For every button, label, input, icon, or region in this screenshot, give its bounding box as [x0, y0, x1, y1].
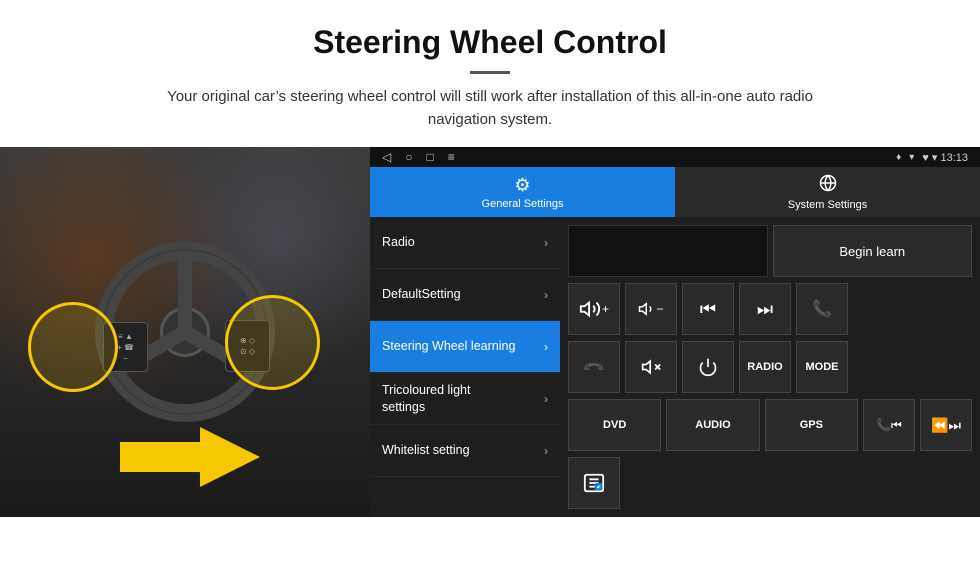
- tab-general-label: General Settings: [482, 198, 564, 210]
- power-button[interactable]: [682, 341, 734, 393]
- skip-combo-button[interactable]: ⏪⏭: [920, 399, 972, 451]
- content-area: ≡ ▲ + ☎ − ⊕ ◇ ⊙ ◇: [0, 147, 980, 517]
- right-panel: Begin learn +: [560, 217, 980, 517]
- mode-button[interactable]: MODE: [796, 341, 848, 393]
- car-image-area: ≡ ▲ + ☎ − ⊕ ◇ ⊙ ◇: [0, 147, 370, 517]
- menu-steering-label: Steering Wheel learning: [382, 338, 515, 354]
- tab-system-settings[interactable]: System Settings: [675, 167, 980, 217]
- tab-bar: ⚙ General Settings System Settings: [370, 167, 980, 217]
- mode-label: MODE: [806, 361, 839, 373]
- phone-button[interactable]: 📞: [796, 283, 848, 335]
- highlight-circle-right: [225, 295, 320, 390]
- menu-steering-chevron: ›: [544, 340, 548, 354]
- volume-up-button[interactable]: +: [568, 283, 620, 335]
- page-title: Steering Wheel Control: [40, 24, 940, 61]
- title-divider: [470, 71, 510, 74]
- location-icon: ♦: [896, 152, 901, 163]
- volume-down-button[interactable]: −: [625, 283, 677, 335]
- menu-whitelist-chevron: ›: [544, 444, 548, 458]
- subtitle: Your original car’s steering wheel contr…: [150, 86, 830, 131]
- tab-system-label: System Settings: [788, 199, 867, 211]
- menu-default-label: DefaultSetting: [382, 286, 461, 302]
- top-control-row: Begin learn: [568, 225, 972, 277]
- header-section: Steering Wheel Control Your original car…: [0, 0, 980, 147]
- general-settings-icon: ⚙: [514, 175, 530, 196]
- direction-arrow: [120, 427, 260, 487]
- hangup-button[interactable]: 📞: [568, 341, 620, 393]
- recents-icon[interactable]: □: [426, 150, 433, 164]
- signal-icon: ▾: [909, 152, 914, 163]
- system-settings-icon: [819, 174, 837, 197]
- begin-learn-button[interactable]: Begin learn: [773, 225, 973, 277]
- control-row-1: + − ⏮ ⏭: [568, 283, 972, 335]
- menu-default-chevron: ›: [544, 288, 548, 302]
- clock: ♥ ▾ 13:13: [922, 151, 968, 164]
- control-row-4: [568, 457, 972, 509]
- menu-item-whitelist[interactable]: Whitelist setting ›: [370, 425, 560, 477]
- next-track-button[interactable]: ⏭: [739, 283, 791, 335]
- radio-button[interactable]: RADIO: [739, 341, 791, 393]
- menu-tricoloured-label: Tricoloured lightsettings: [382, 382, 470, 415]
- menu-item-default-setting[interactable]: DefaultSetting ›: [370, 269, 560, 321]
- gps-button[interactable]: GPS: [765, 399, 858, 451]
- menu-radio-chevron: ›: [544, 236, 548, 250]
- audio-button[interactable]: AUDIO: [666, 399, 759, 451]
- menu-radio-label: Radio: [382, 234, 415, 250]
- dvd-button[interactable]: DVD: [568, 399, 661, 451]
- settings-menu: Radio › DefaultSetting › Steering Wheel …: [370, 217, 560, 517]
- page-container: Steering Wheel Control Your original car…: [0, 0, 980, 517]
- arrow-body: [120, 442, 200, 472]
- menu-item-steering-wheel[interactable]: Steering Wheel learning ›: [370, 321, 560, 373]
- menu-tricoloured-chevron: ›: [544, 392, 548, 406]
- status-bar: ◁ ○ □ ≡ ♦ ▾ ♥ ▾ 13:13: [370, 147, 980, 167]
- control-row-2: 📞: [568, 341, 972, 393]
- prev-track-button[interactable]: ⏮: [682, 283, 734, 335]
- menu-icon[interactable]: ≡: [448, 150, 455, 164]
- phone-prev-button[interactable]: 📞⏮: [863, 399, 915, 451]
- tab-general-settings[interactable]: ⚙ General Settings: [370, 167, 675, 217]
- arrow-head: [200, 427, 260, 487]
- menu-item-tricoloured[interactable]: Tricoloured lightsettings ›: [370, 373, 560, 425]
- nav-icons: ◁ ○ □ ≡: [382, 150, 455, 164]
- menu-item-radio[interactable]: Radio ›: [370, 217, 560, 269]
- highlight-circle-left: [28, 302, 118, 392]
- whitelist-icon-button[interactable]: [568, 457, 620, 509]
- control-row-3: DVD AUDIO GPS 📞⏮ ⏪⏭: [568, 399, 972, 451]
- home-icon[interactable]: ○: [405, 150, 412, 164]
- mute-button[interactable]: [625, 341, 677, 393]
- settings-content: Radio › DefaultSetting › Steering Wheel …: [370, 217, 980, 517]
- status-right: ♦ ▾ ♥ ▾ 13:13: [896, 151, 968, 164]
- back-icon[interactable]: ◁: [382, 150, 391, 164]
- radio-label: RADIO: [747, 361, 782, 373]
- menu-whitelist-label: Whitelist setting: [382, 442, 470, 458]
- empty-display-cell: [568, 225, 768, 277]
- android-screen: ◁ ○ □ ≡ ♦ ▾ ♥ ▾ 13:13 ⚙ General Settings: [370, 147, 980, 517]
